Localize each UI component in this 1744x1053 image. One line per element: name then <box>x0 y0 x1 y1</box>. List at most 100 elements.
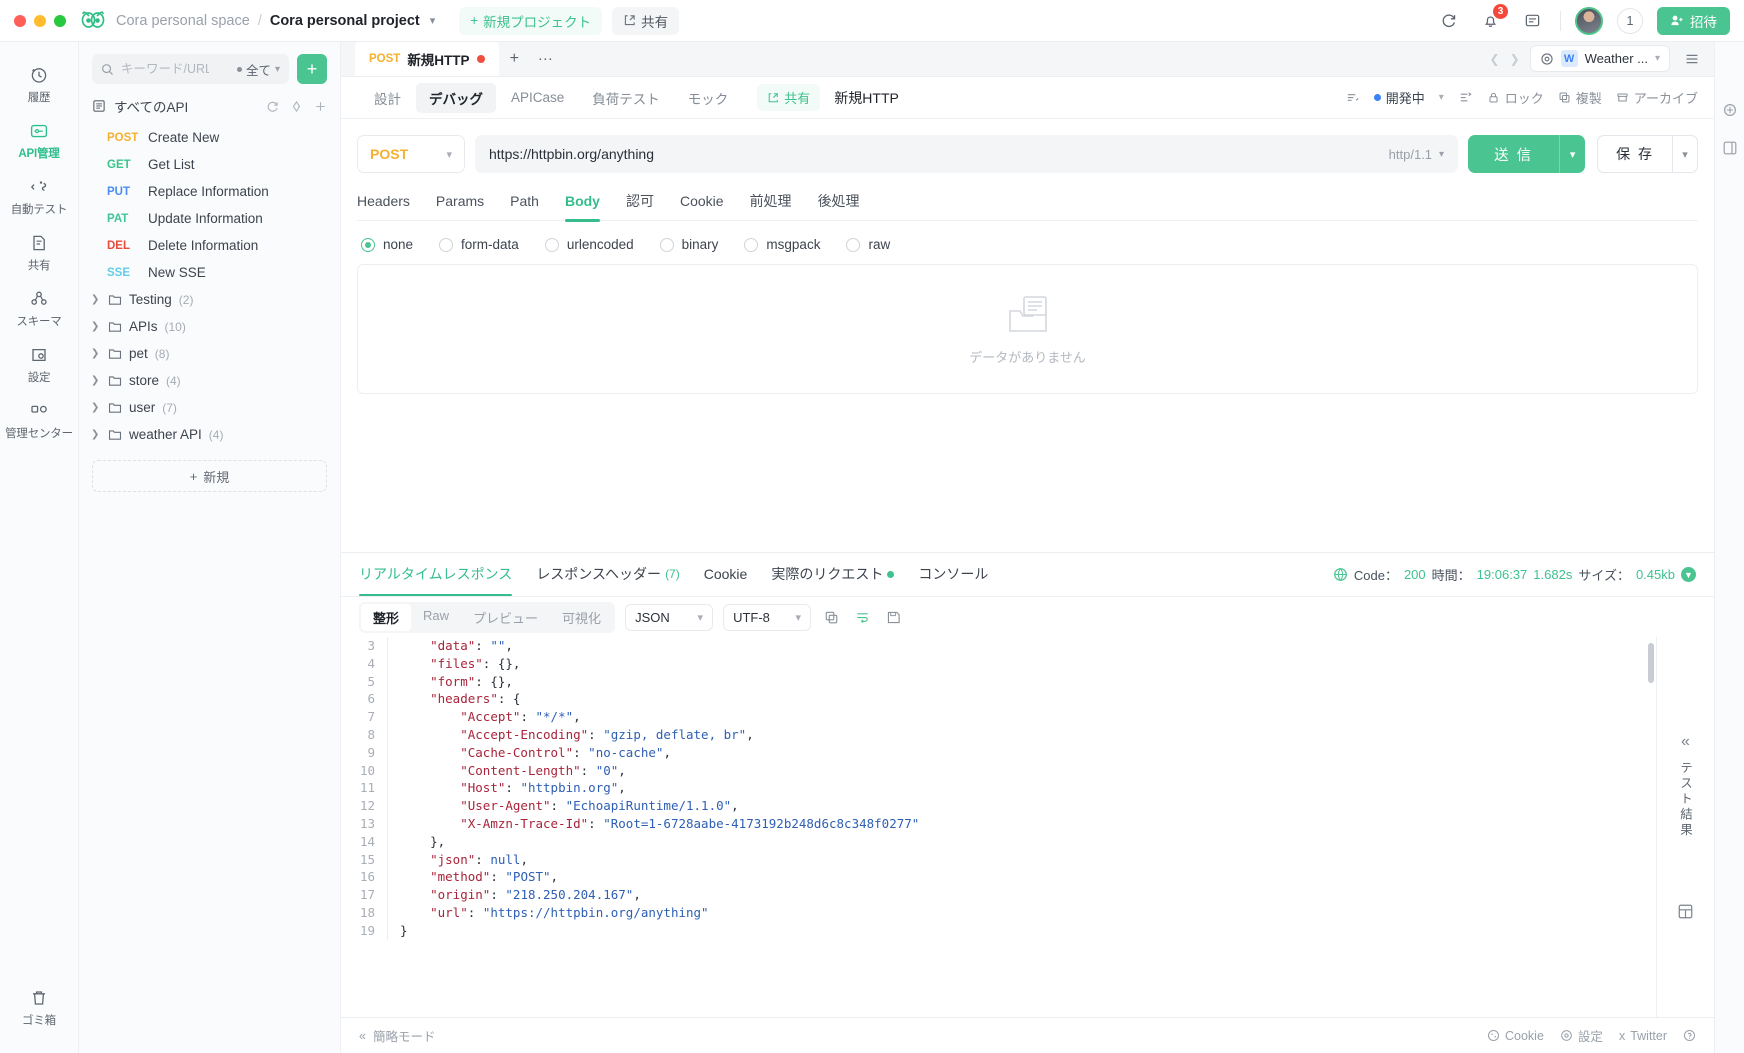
folder-item[interactable]: ❯ weather API (4) <box>79 421 340 448</box>
api-tree-list[interactable]: POST Create New GET Get List PUT Replace… <box>79 122 340 1053</box>
send-button[interactable]: 送 信 <box>1468 135 1560 173</box>
new-project-button[interactable]: + 新規プロジェクト <box>459 6 603 35</box>
sync-icon[interactable] <box>1434 7 1462 35</box>
sidebar-item-schema[interactable]: スキーマ <box>4 280 74 336</box>
response-tab-actual-request[interactable]: 実際のリクエスト <box>771 553 895 596</box>
format-selector[interactable]: JSON ▾ <box>625 603 714 631</box>
footer-settings-button[interactable]: 設定 <box>1560 1026 1603 1045</box>
panel-icon[interactable] <box>1518 7 1546 35</box>
encoding-selector[interactable]: UTF-8 ▾ <box>723 603 812 631</box>
folder-item[interactable]: ❯ store (4) <box>79 367 340 394</box>
tab-mock[interactable]: モック <box>675 83 742 113</box>
save-file-icon[interactable] <box>883 610 904 625</box>
maximize-window-button[interactable] <box>54 14 66 27</box>
save-options-button[interactable]: ▾ <box>1672 135 1698 173</box>
new-item-button[interactable]: + 新規 <box>92 460 327 492</box>
chevron-down-icon[interactable]: ▾ <box>430 14 436 27</box>
chevron-down-icon[interactable]: ▾ <box>1439 92 1444 103</box>
nav-forward-icon[interactable]: ❯ <box>1510 52 1520 66</box>
scrollbar-thumb[interactable] <box>1648 643 1654 683</box>
method-selector[interactable]: POST ▾ <box>357 135 465 173</box>
subtab-body[interactable]: Body <box>564 181 600 222</box>
body-type-msgpack[interactable]: msgpack <box>744 237 820 252</box>
wrap-lines-icon[interactable] <box>852 610 873 625</box>
avatar[interactable] <box>1575 6 1603 35</box>
new-tab-button[interactable]: + <box>499 41 530 76</box>
share-project-button[interactable]: 共有 <box>612 6 680 35</box>
sidebar-toggle-icon[interactable] <box>1722 140 1738 156</box>
simple-mode-button[interactable]: « 簡略モード <box>359 1026 435 1045</box>
status-badge[interactable]: 開発中 <box>1373 88 1425 107</box>
copy-icon[interactable] <box>821 610 842 625</box>
window-controls[interactable] <box>14 14 66 27</box>
body-type-none[interactable]: none <box>361 237 413 252</box>
sidebar-item-admin-center[interactable]: 管理センター <box>4 392 74 448</box>
segment-preview[interactable]: プレビュー <box>461 604 550 631</box>
subtab-path[interactable]: Path <box>510 181 539 221</box>
tab-design[interactable]: 設計 <box>361 83 414 113</box>
test-result-label[interactable]: テスト結果 <box>1676 761 1695 839</box>
folder-item[interactable]: ❯ APIs (10) <box>79 313 340 340</box>
layout-toggle-icon[interactable] <box>1673 899 1699 925</box>
subtab-pre-process[interactable]: 前処理 <box>750 181 792 221</box>
folder-item[interactable]: ❯ user (7) <box>79 394 340 421</box>
subtab-headers[interactable]: Headers <box>357 181 410 221</box>
magic-icon[interactable] <box>1722 102 1738 118</box>
member-count[interactable]: 1 <box>1617 7 1643 34</box>
breadcrumb-project[interactable]: Cora personal project <box>270 13 420 29</box>
footer-cookie-button[interactable]: Cookie <box>1487 1029 1544 1043</box>
list-item[interactable]: GET Get List <box>79 151 340 178</box>
sidebar-item-settings[interactable]: 設定 <box>4 336 74 392</box>
list-item[interactable]: SSE New SSE <box>79 259 340 286</box>
help-icon[interactable] <box>1683 1029 1696 1042</box>
environment-selector[interactable]: W Weather ... ▾ <box>1529 45 1670 72</box>
archive-button[interactable]: アーカイブ <box>1616 88 1698 107</box>
http-version-selector[interactable]: http/1.1 ▾ <box>1389 147 1458 162</box>
subtab-auth[interactable]: 認可 <box>626 181 654 221</box>
flow-icon[interactable] <box>1458 90 1473 105</box>
list-item[interactable]: PUT Replace Information <box>79 178 340 205</box>
filter-settings-icon[interactable] <box>290 100 303 113</box>
subtab-cookie[interactable]: Cookie <box>680 181 724 221</box>
download-icon[interactable]: ▼ <box>1681 567 1696 582</box>
body-type-form-data[interactable]: form-data <box>439 237 519 252</box>
folder-item[interactable]: ❯ pet (8) <box>79 340 340 367</box>
sidebar-item-auto-test[interactable]: 自動テスト <box>4 168 74 224</box>
search-box[interactable]: 全て ▾ <box>92 54 289 84</box>
tab-overflow-button[interactable]: ··· <box>530 41 561 76</box>
list-item[interactable]: DEL Delete Information <box>79 232 340 259</box>
refresh-icon[interactable] <box>266 100 279 113</box>
menu-icon[interactable] <box>1680 51 1700 67</box>
body-type-binary[interactable]: binary <box>659 237 718 252</box>
close-window-button[interactable] <box>14 14 26 27</box>
code-viewer[interactable]: 3 "data": "", 4 "files": {}, 5 "form": {},… <box>341 637 1656 1017</box>
save-button[interactable]: 保 存 <box>1597 135 1672 173</box>
invite-button[interactable]: 招待 <box>1657 6 1730 35</box>
send-options-button[interactable]: ▾ <box>1559 135 1586 173</box>
view-share-button[interactable]: 共有 <box>757 84 821 111</box>
sidebar-item-history[interactable]: 履歴 <box>4 56 74 112</box>
response-tab-realtime[interactable]: リアルタイムレスポンス <box>359 553 513 596</box>
list-item[interactable]: POST Create New <box>79 124 340 151</box>
subtab-params[interactable]: Params <box>436 181 484 221</box>
sidebar-item-share[interactable]: 共有 <box>4 224 74 280</box>
tab-apicase[interactable]: APICase <box>498 85 577 110</box>
sort-icon[interactable] <box>1345 90 1360 105</box>
list-item[interactable]: PAT Update Information <box>79 205 340 232</box>
segment-pretty[interactable]: 整形 <box>361 603 412 631</box>
tab-new-http[interactable]: POST 新規HTTP <box>355 41 499 76</box>
body-type-raw[interactable]: raw <box>846 237 890 252</box>
tab-load-test[interactable]: 負荷テスト <box>579 83 673 113</box>
response-tab-cookie[interactable]: Cookie <box>704 553 748 596</box>
response-tab-headers[interactable]: レスポンスヘッダー (7) <box>536 553 679 596</box>
sidebar-item-api-management[interactable]: API管理 <box>4 112 74 168</box>
body-type-urlencoded[interactable]: urlencoded <box>544 237 634 252</box>
duplicate-button[interactable]: 複製 <box>1558 88 1602 107</box>
collapse-left-icon[interactable]: « <box>1681 733 1690 751</box>
footer-twitter-button[interactable]: x Twitter <box>1619 1029 1667 1043</box>
folder-item[interactable]: ❯ Testing (2) <box>79 286 340 313</box>
tab-debug[interactable]: デバッグ <box>416 82 496 113</box>
add-api-button[interactable]: + <box>297 54 327 84</box>
notifications-bell-icon[interactable]: 3 <box>1476 3 1508 35</box>
response-tab-console[interactable]: コンソール <box>918 553 988 596</box>
